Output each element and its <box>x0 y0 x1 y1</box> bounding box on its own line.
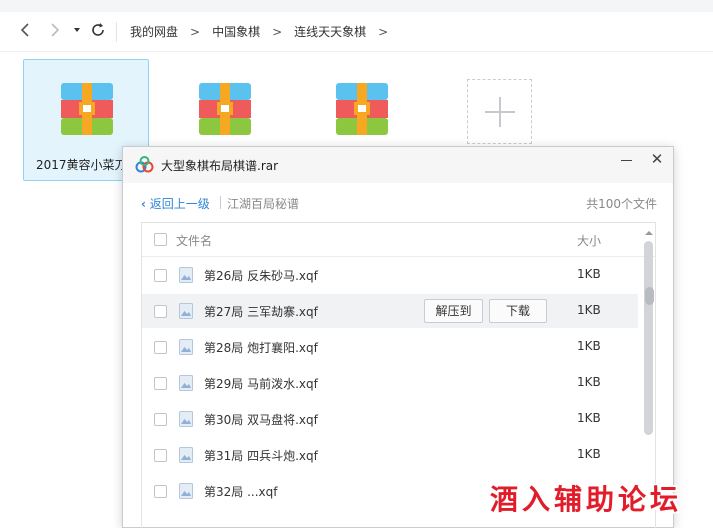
add-file-button[interactable] <box>467 79 532 144</box>
file-size: 1KB <box>577 375 601 389</box>
table-row[interactable]: 第31局 四兵斗炮.xqf 1KB <box>142 438 638 472</box>
current-path: 江湖百局秘谱 <box>227 197 300 211</box>
chevron-left-icon: ‹ <box>141 197 146 211</box>
file-name: 第26局 反朱砂马.xqf <box>204 269 318 283</box>
file-size: 1KB <box>577 339 601 353</box>
row-checkbox[interactable] <box>154 377 167 390</box>
image-file-icon <box>179 267 193 283</box>
select-all-checkbox[interactable] <box>154 233 167 246</box>
extract-to-button[interactable]: 解压到 <box>424 299 483 323</box>
download-button[interactable]: 下载 <box>489 299 547 323</box>
file-count: 共100个文件 <box>586 197 657 211</box>
minimize-icon[interactable] <box>617 152 637 172</box>
back-up-link[interactable]: ‹ 返回上一级 <box>141 195 210 212</box>
breadcrumb: 我的网盘 > 中国象棋 > 连线天天象棋 > <box>130 22 400 42</box>
file-size: 1KB <box>577 447 601 461</box>
file-size: 1KB <box>577 303 601 317</box>
baidu-cloud-icon <box>135 156 154 173</box>
image-file-icon <box>179 303 193 319</box>
table-row[interactable]: 第28局 炮打襄阳.xqf 1KB <box>142 330 638 364</box>
nav-separator <box>116 22 117 42</box>
breadcrumb-separator: > <box>272 25 283 39</box>
breadcrumb-item[interactable]: 我的网盘 <box>130 22 178 42</box>
rar-archive-icon <box>336 83 388 135</box>
scrollbar-track-fill[interactable] <box>644 241 653 435</box>
file-size: 1KB <box>577 411 601 425</box>
row-checkbox[interactable] <box>154 485 167 498</box>
watermark-text: 酒入辅助论坛 <box>490 483 683 516</box>
archive-preview-dialog: 大型象棋布局棋谱.rar ✕ ‹ 返回上一级 江湖百局秘谱 共100个文件 文件… <box>122 146 674 528</box>
breadcrumb-item[interactable]: 连线天天象棋 <box>294 22 366 42</box>
breadcrumb-separator[interactable]: > <box>378 22 388 42</box>
scrollbar-thumb[interactable] <box>645 287 654 305</box>
scroll-up-icon[interactable] <box>645 231 653 235</box>
back-up-label: 返回上一级 <box>149 197 210 211</box>
row-checkbox[interactable] <box>154 413 167 426</box>
row-checkbox[interactable] <box>154 305 167 318</box>
plus-icon <box>499 97 501 127</box>
top-strip <box>0 0 713 12</box>
image-file-icon <box>179 375 193 391</box>
chevron-right-icon[interactable] <box>45 22 65 42</box>
table-row[interactable]: 第26局 反朱砂马.xqf 1KB <box>142 258 638 292</box>
rar-archive-icon <box>61 83 113 135</box>
dialog-title: 大型象棋布局棋谱.rar <box>161 159 279 173</box>
file-name: 第32局 ...xqf <box>204 485 278 499</box>
breadcrumb-item[interactable]: 中国象棋 <box>212 22 260 42</box>
image-file-icon <box>179 483 193 499</box>
column-header-name[interactable]: 文件名 <box>176 232 212 249</box>
dialog-titlebar: 大型象棋布局棋谱.rar ✕ <box>123 147 673 183</box>
row-checkbox[interactable] <box>154 269 167 282</box>
path-divider <box>220 196 221 209</box>
image-file-icon <box>179 411 193 427</box>
refresh-icon[interactable] <box>88 22 108 42</box>
chevron-left-icon[interactable] <box>15 22 35 42</box>
caret-down-icon[interactable] <box>70 22 84 42</box>
file-name: 第31局 四兵斗炮.xqf <box>204 449 318 463</box>
breadcrumb-separator: > <box>190 25 201 39</box>
image-file-icon <box>179 447 193 463</box>
column-header-size[interactable]: 大小 <box>577 232 601 249</box>
row-checkbox[interactable] <box>154 341 167 354</box>
file-name: 第30局 双马盘将.xqf <box>204 413 318 427</box>
table-row[interactable]: 第29局 马前泼水.xqf 1KB <box>142 366 638 400</box>
image-file-icon <box>179 339 193 355</box>
close-icon[interactable]: ✕ <box>647 149 667 169</box>
row-checkbox[interactable] <box>154 449 167 462</box>
file-name: 第29局 马前泼水.xqf <box>204 377 318 391</box>
file-list-header: 文件名 大小 <box>142 223 655 257</box>
file-name: 第27局 三军劫寨.xqf <box>204 305 318 319</box>
file-size: 1KB <box>577 267 601 281</box>
navigation-bar: 我的网盘 > 中国象棋 > 连线天天象棋 > <box>0 12 713 52</box>
table-row[interactable]: 第30局 双马盘将.xqf 1KB <box>142 402 638 436</box>
table-row-hovered[interactable]: 第27局 三军劫寨.xqf 解压到 下载 1KB <box>142 294 638 328</box>
rar-archive-icon <box>199 83 251 135</box>
file-name: 第28局 炮打襄阳.xqf <box>204 341 318 355</box>
